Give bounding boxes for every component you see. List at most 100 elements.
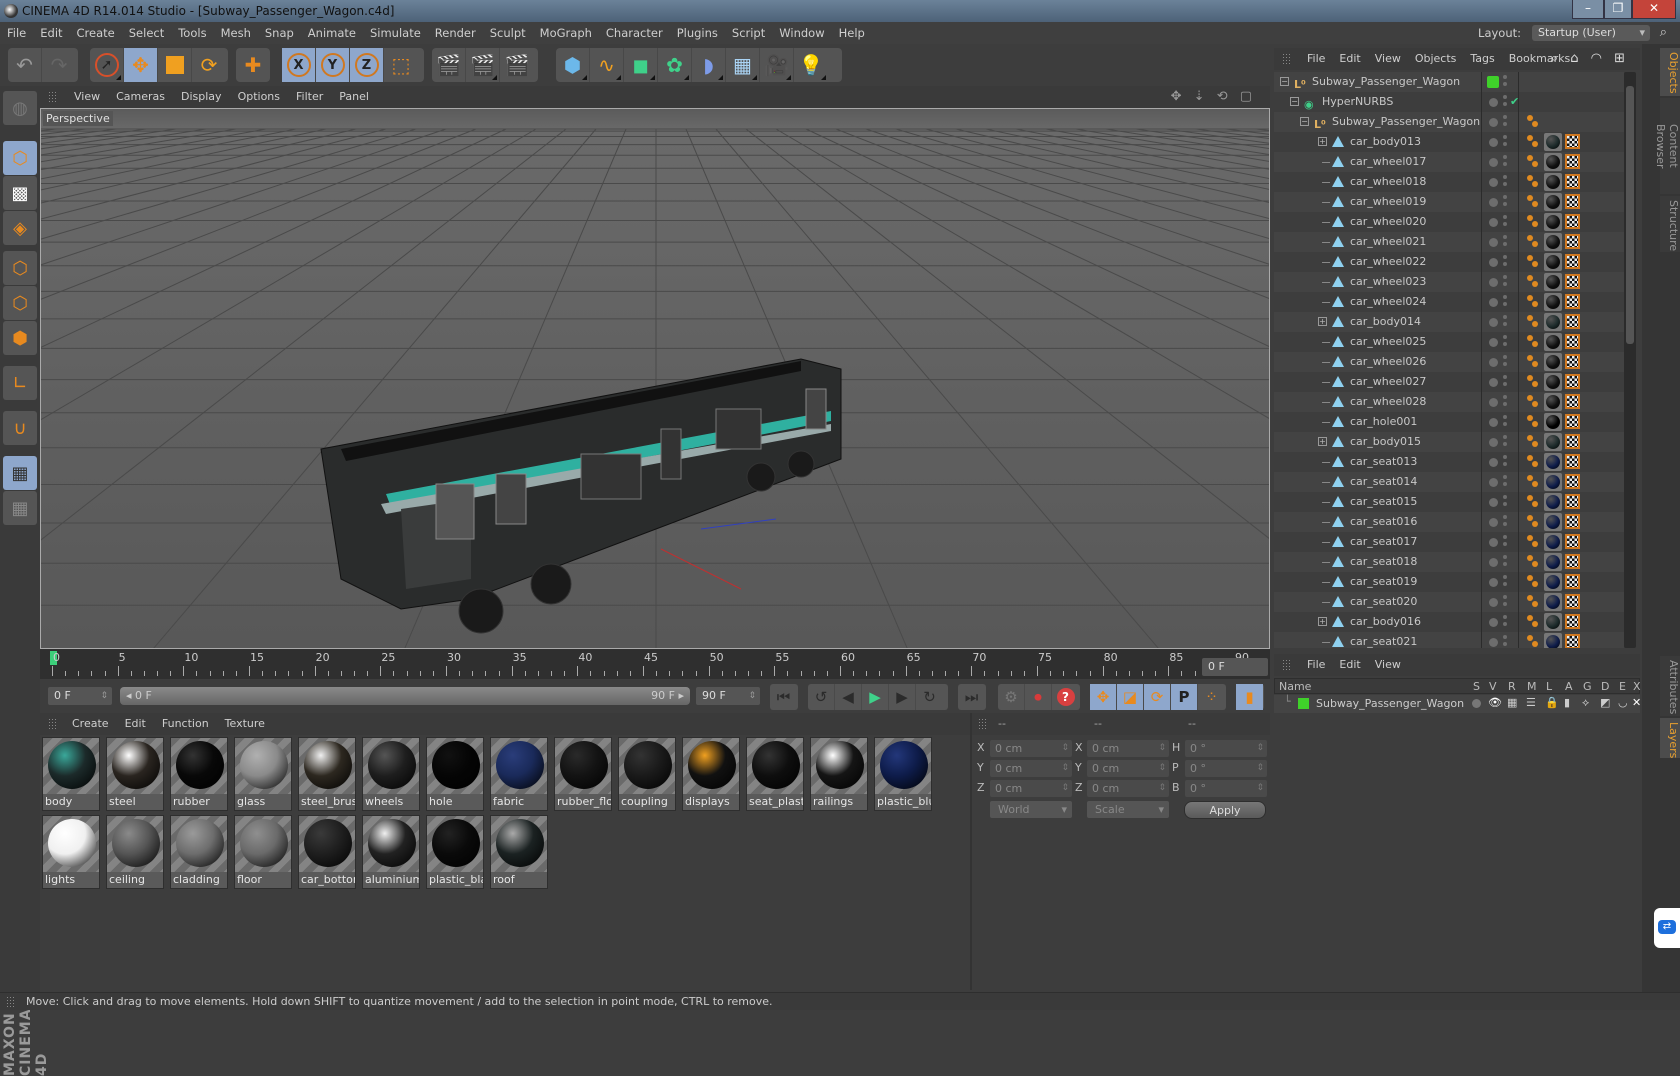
- layer-column-header[interactable]: G: [1583, 680, 1592, 693]
- layer-dot-icon[interactable]: [1489, 398, 1498, 407]
- material-swatch[interactable]: lights: [42, 815, 100, 889]
- viewport-menu-options[interactable]: Options: [230, 90, 288, 103]
- prev-frame-button[interactable]: ◀: [835, 684, 862, 710]
- phong-tag-icon[interactable]: [1527, 415, 1533, 421]
- rot-h-field[interactable]: 0 °: [1185, 740, 1267, 757]
- layers-menu-view[interactable]: View: [1368, 658, 1408, 671]
- maximize-button[interactable]: ❐: [1604, 0, 1632, 19]
- visibility-dots-icon[interactable]: [1503, 295, 1507, 299]
- material-swatch[interactable]: seat_plastic: [746, 737, 804, 811]
- layer-dot-icon[interactable]: [1489, 258, 1498, 267]
- close-button[interactable]: ✕: [1632, 0, 1676, 19]
- material-tag-icon[interactable]: [1544, 533, 1562, 551]
- layer-dot-icon[interactable]: [1489, 638, 1498, 647]
- y-axis-icon[interactable]: Y: [316, 48, 350, 82]
- material-swatch[interactable]: steel_brush: [298, 737, 356, 811]
- teamviewer-widget[interactable]: ⇄: [1654, 908, 1680, 948]
- material-tag-icon[interactable]: [1544, 213, 1562, 231]
- material-tag-icon[interactable]: [1544, 173, 1562, 191]
- phong-tag-icon[interactable]: [1527, 535, 1533, 541]
- visibility-dots-icon[interactable]: [1503, 275, 1507, 279]
- phong-tag-icon[interactable]: [1527, 235, 1533, 241]
- material-tag-icon[interactable]: [1544, 633, 1562, 648]
- object-name[interactable]: car_seat019: [1350, 572, 1417, 592]
- uvw-tag-icon[interactable]: [1565, 454, 1580, 469]
- material-tag-icon[interactable]: [1544, 133, 1562, 151]
- phong-tag-icon[interactable]: [1527, 355, 1533, 361]
- material-swatch[interactable]: plastic_black: [426, 815, 484, 889]
- x-axis-icon[interactable]: X: [282, 48, 316, 82]
- phong-tag-icon[interactable]: [1527, 495, 1533, 501]
- uvw-tag-icon[interactable]: [1565, 634, 1580, 648]
- rot-p-field[interactable]: 0 °: [1185, 760, 1267, 777]
- object-name[interactable]: car_seat015: [1350, 492, 1417, 512]
- material-tag-icon[interactable]: [1544, 553, 1562, 571]
- object-name[interactable]: car_wheel017: [1350, 152, 1426, 172]
- scale-key-toggle[interactable]: ◪: [1117, 684, 1144, 710]
- material-tag-icon[interactable]: [1544, 393, 1562, 411]
- visibility-dots-icon[interactable]: [1503, 375, 1507, 379]
- phong-tag-icon[interactable]: [1527, 215, 1533, 221]
- object-row[interactable]: car_wheel017: [1274, 152, 1624, 172]
- object-name[interactable]: car_body014: [1350, 312, 1421, 332]
- layer-dot-icon[interactable]: [1489, 498, 1498, 507]
- layer-dot-icon[interactable]: [1489, 298, 1498, 307]
- material-menu-create[interactable]: Create: [64, 717, 117, 730]
- last-tool-icon[interactable]: ✚: [236, 48, 270, 82]
- material-tag-icon[interactable]: [1544, 333, 1562, 351]
- material-tag-icon[interactable]: [1544, 293, 1562, 311]
- start-frame-field[interactable]: 0 F ⇕: [48, 687, 112, 705]
- lock-toggle-icon[interactable]: 🔒: [1545, 696, 1559, 709]
- material-swatch[interactable]: rubber_floor: [554, 737, 612, 811]
- minimize-button[interactable]: –: [1572, 0, 1604, 19]
- uvw-tag-icon[interactable]: [1565, 294, 1580, 309]
- object-row[interactable]: car_seat014: [1274, 472, 1624, 492]
- menu-tools[interactable]: Tools: [171, 26, 213, 40]
- phong-tag-icon[interactable]: [1527, 295, 1533, 301]
- object-row[interactable]: car_seat013: [1274, 452, 1624, 472]
- material-tag-icon[interactable]: [1544, 513, 1562, 531]
- material-menu-function[interactable]: Function: [154, 717, 217, 730]
- object-row[interactable]: car_wheel019: [1274, 192, 1624, 212]
- phong-tag-icon[interactable]: [1527, 435, 1533, 441]
- layer-dot-icon[interactable]: [1489, 198, 1498, 207]
- workplane-rotate-icon[interactable]: ▦: [3, 491, 37, 525]
- material-swatch[interactable]: steel: [106, 737, 164, 811]
- cloner-icon[interactable]: ✿: [658, 48, 692, 82]
- object-row[interactable]: car_seat019: [1274, 572, 1624, 592]
- cube-icon[interactable]: ⬢: [556, 48, 590, 82]
- visibility-dots-icon[interactable]: [1503, 255, 1507, 259]
- uvw-tag-icon[interactable]: [1565, 214, 1580, 229]
- tab-structure[interactable]: Structure: [1660, 196, 1680, 252]
- size-y-field[interactable]: 0 cm: [1087, 760, 1169, 777]
- layers-menu-edit[interactable]: Edit: [1332, 658, 1367, 671]
- menu-simulate[interactable]: Simulate: [363, 26, 428, 40]
- layer-column-header[interactable]: E: [1619, 680, 1626, 693]
- object-name[interactable]: car_wheel024: [1350, 292, 1426, 312]
- layer-color-swatch[interactable]: [1298, 698, 1309, 709]
- menu-script[interactable]: Script: [725, 26, 772, 40]
- expressions-toggle-icon[interactable]: ◡: [1618, 696, 1628, 709]
- panel-grip-icon[interactable]: [48, 91, 58, 103]
- generators-toggle-icon[interactable]: ⟡: [1582, 696, 1589, 710]
- phong-tag-icon[interactable]: [1527, 575, 1533, 581]
- visibility-dots-icon[interactable]: [1503, 455, 1507, 459]
- material-tag-icon[interactable]: [1544, 233, 1562, 251]
- object-row[interactable]: − L⁰ Subway_Passenger_Wagon: [1274, 72, 1624, 92]
- material-swatch[interactable]: cladding: [170, 815, 228, 889]
- panel-grip-icon[interactable]: [1282, 53, 1292, 65]
- viewport-menu-panel[interactable]: Panel: [331, 90, 377, 103]
- 3d-viewport[interactable]: Perspective: [40, 108, 1270, 649]
- uvw-tag-icon[interactable]: [1565, 594, 1580, 609]
- material-swatch[interactable]: hole: [426, 737, 484, 811]
- material-tag-icon[interactable]: [1544, 613, 1562, 631]
- object-name[interactable]: car_wheel025: [1350, 332, 1426, 352]
- menu-help[interactable]: Help: [832, 26, 872, 40]
- object-row[interactable]: car_seat018: [1274, 552, 1624, 572]
- spline-pen-icon[interactable]: ∿: [590, 48, 624, 82]
- visibility-dots-icon[interactable]: [1503, 95, 1507, 99]
- move-icon[interactable]: ✥: [124, 48, 158, 82]
- layer-dot-icon[interactable]: [1489, 158, 1498, 167]
- material-tag-icon[interactable]: [1544, 413, 1562, 431]
- material-menu-texture[interactable]: Texture: [217, 717, 273, 730]
